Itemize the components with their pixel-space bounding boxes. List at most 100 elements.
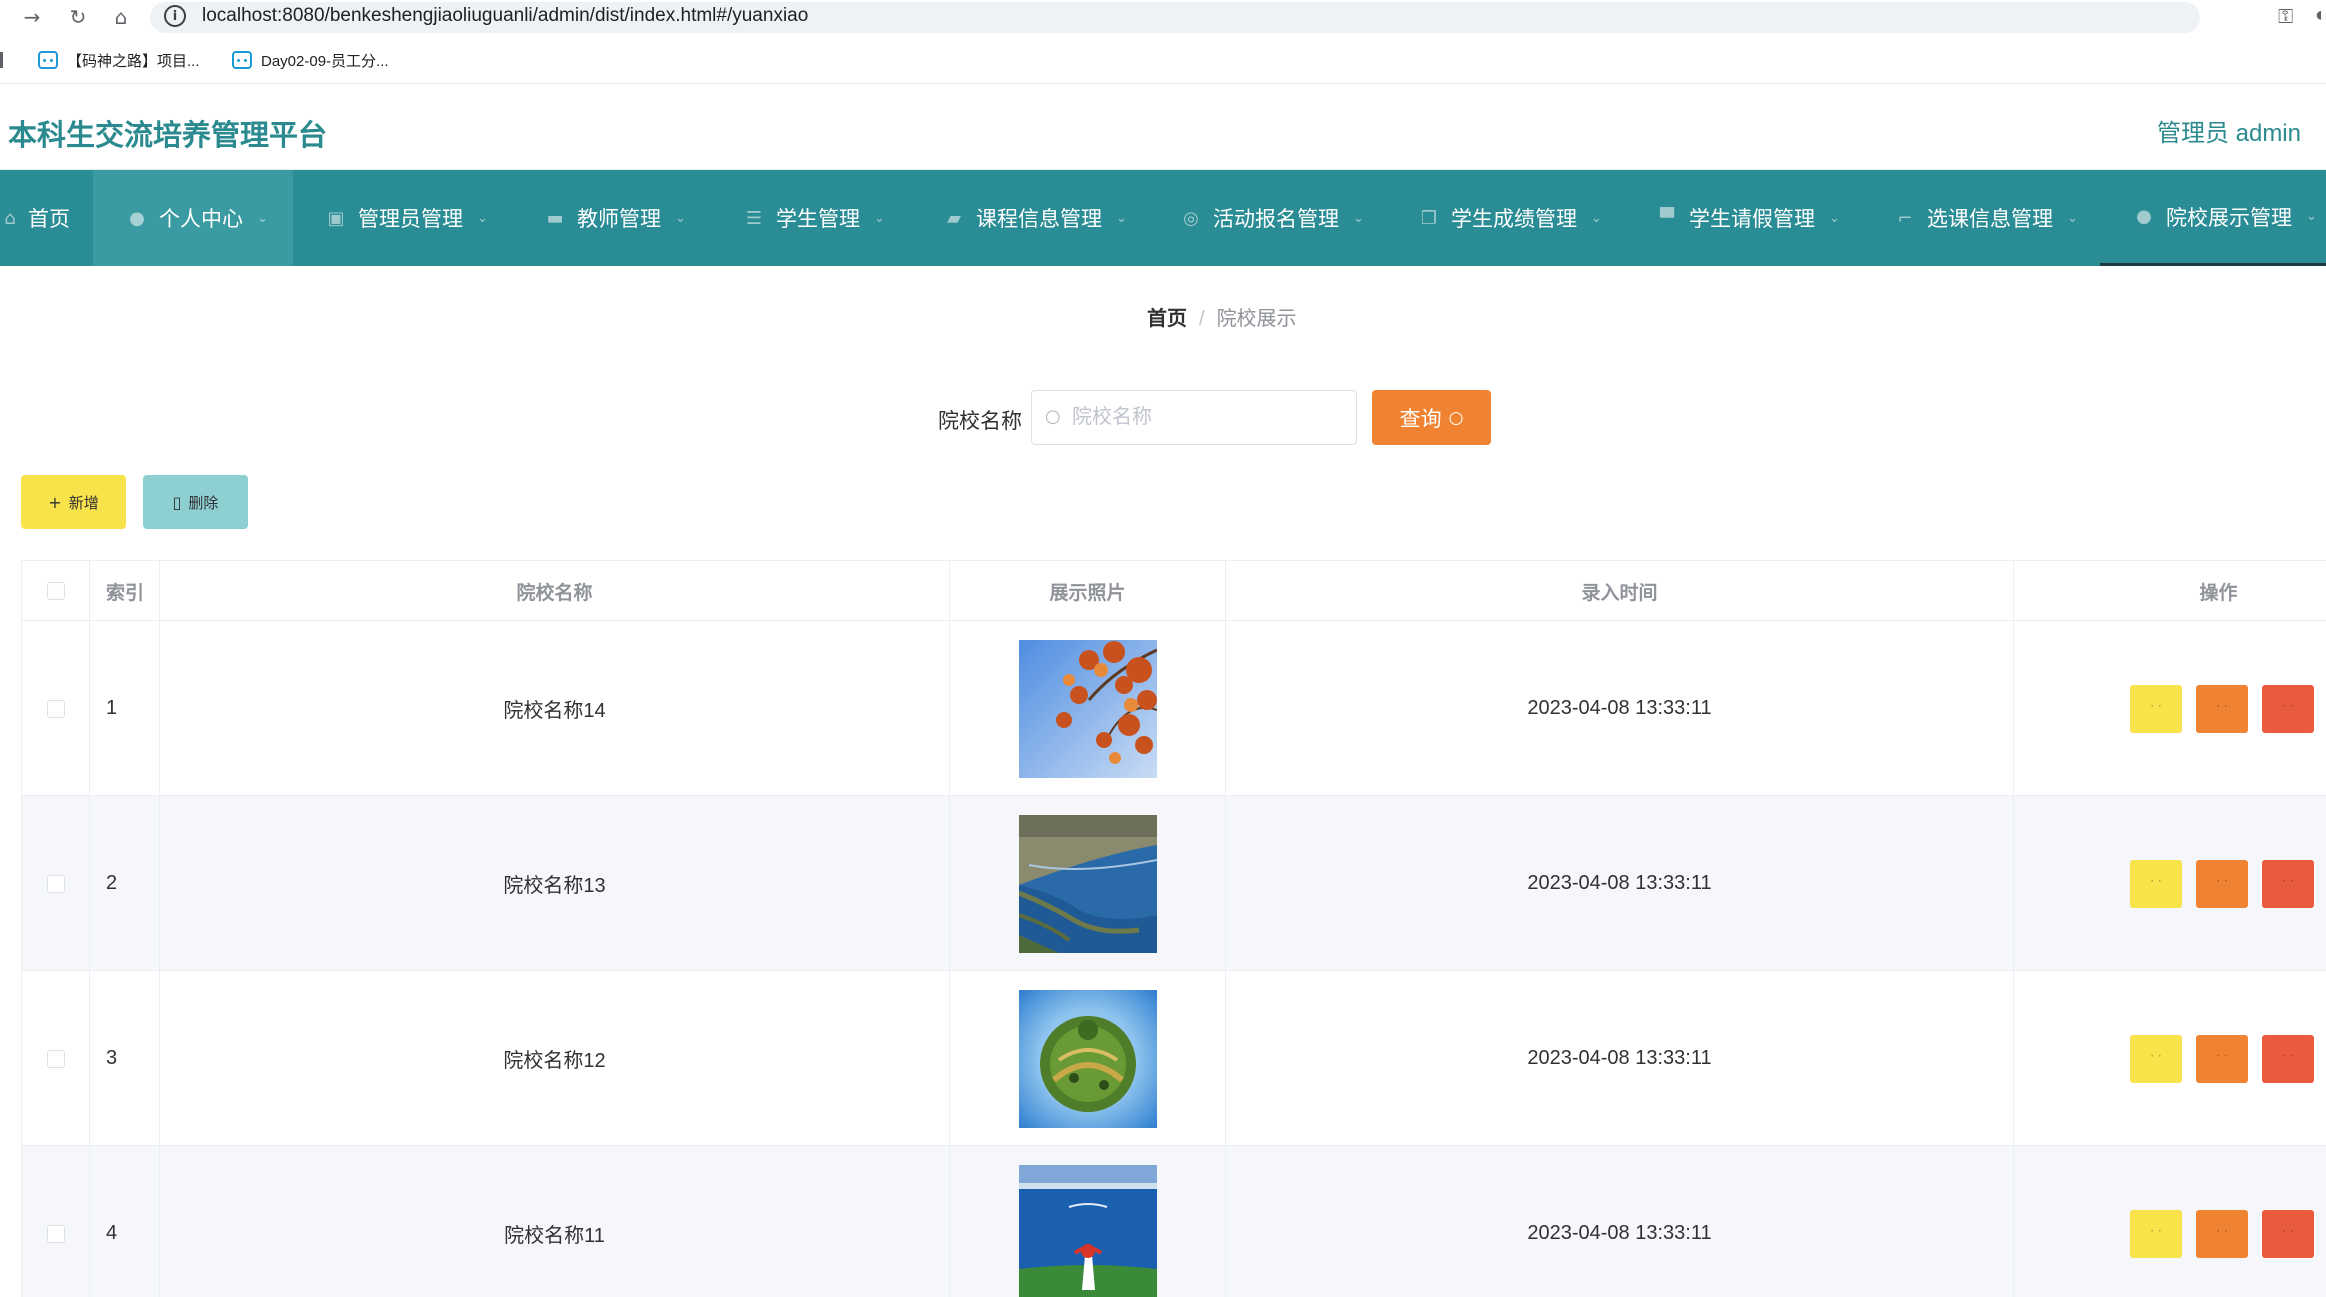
row-checkbox[interactable]: [46, 874, 65, 893]
nav-item-label: 课程信息管理: [976, 208, 1102, 231]
nav-item-label: 活动报名管理: [1213, 208, 1339, 231]
row-actions: [2014, 796, 2326, 971]
nav-item-leave-management[interactable]: ▀ 学生请假管理 ⌄: [1657, 170, 1840, 266]
table-header: 索引 院校名称 展示照片 录入时间 操作: [22, 561, 2326, 621]
detail-button[interactable]: [2130, 684, 2182, 733]
edit-button[interactable]: [2196, 1209, 2248, 1258]
edit-button[interactable]: [2196, 859, 2248, 908]
nav-item-label: 院校展示管理: [2166, 206, 2292, 230]
chevron-down-icon: ⌄: [1116, 210, 1127, 226]
chevron-down-icon: ⌄: [257, 210, 268, 226]
nav-item-home[interactable]: ⌂ 首页: [0, 170, 70, 266]
site-info-icon[interactable]: i: [164, 5, 186, 27]
trash-icon: ▯: [172, 492, 182, 512]
add-button-label: 新增: [68, 494, 99, 512]
row-checkbox[interactable]: [46, 1049, 65, 1068]
chevron-down-icon: ⌄: [1829, 210, 1840, 226]
nav-item-course-management[interactable]: ▰ 课程信息管理 ⌄: [944, 170, 1127, 266]
table-row: 3 院校名称12 2023-04-08 13:33:11: [22, 971, 2326, 1146]
bookmark-item-1[interactable]: 【码神之路】项目...: [38, 48, 200, 72]
url-text[interactable]: localhost:8080/benkeshengjiaoliuguanli/a…: [202, 5, 808, 27]
search-button[interactable]: 查询 ○: [1372, 390, 1491, 445]
row-college-name: 院校名称11: [160, 1146, 950, 1297]
nav-item-grade-management[interactable]: ❐ 学生成绩管理 ⌄: [1419, 170, 1602, 266]
nav-item-teacher-management[interactable]: ▬ 教师管理 ⌄: [545, 170, 686, 266]
nav-item-personal-center[interactable]: ● 个人中心 ⌄: [93, 170, 293, 266]
row-checkbox-cell: [22, 621, 90, 796]
lake-photo[interactable]: [1018, 1164, 1157, 1297]
nav-item-college-display-management[interactable]: ● 院校展示管理 ⌄: [2100, 170, 2326, 266]
forward-icon[interactable]: →: [19, 4, 45, 30]
row-delete-button[interactable]: [2262, 684, 2314, 733]
row-index: 3: [90, 971, 160, 1146]
user-icon: ●: [129, 207, 145, 229]
breadcrumb-current: 院校展示: [1216, 308, 1297, 330]
chevron-down-icon: ⌄: [675, 210, 686, 226]
chevron-down-icon: ⌄: [1591, 210, 1602, 226]
nav-item-label: 教师管理: [577, 208, 661, 231]
row-college-name: 院校名称14: [160, 621, 950, 796]
row-delete-button[interactable]: [2262, 1034, 2314, 1083]
add-button[interactable]: + 新增: [21, 475, 126, 529]
nav-item-admin-management[interactable]: ▣ 管理员管理 ⌄: [326, 170, 488, 266]
tiny-planet-photo[interactable]: [1018, 989, 1157, 1128]
chevron-down-icon: ⌄: [477, 210, 488, 226]
plus-icon: +: [48, 492, 62, 512]
row-photo-cell: [950, 971, 1226, 1146]
nav-item-label: 选课信息管理: [1927, 208, 2053, 231]
select-all-checkbox[interactable]: [46, 582, 65, 600]
home-icon: ⌂: [4, 207, 16, 229]
row-checkbox[interactable]: [46, 699, 65, 718]
row-checkbox-cell: [22, 796, 90, 971]
row-delete-button[interactable]: [2262, 859, 2314, 908]
bilibili-icon: [232, 51, 252, 69]
nav-item-student-management[interactable]: ☰ 学生管理 ⌄: [744, 170, 885, 266]
wallet-icon: ▰: [947, 207, 961, 229]
edit-button[interactable]: [2196, 684, 2248, 733]
profile-icon[interactable]: ◐: [2315, 4, 2326, 27]
reload-icon[interactable]: ↻: [65, 4, 91, 30]
row-photo-cell: [950, 621, 1226, 796]
nav-item-label: 学生成绩管理: [1451, 208, 1577, 231]
search-label: 院校名称: [938, 410, 1022, 433]
college-table: 索引 院校名称 展示照片 录入时间 操作 1 院校名称14 2023-04-08…: [21, 560, 2326, 1297]
bookmarks-overflow-icon[interactable]: [0, 52, 3, 68]
clipboard-icon: ▣: [327, 207, 345, 229]
browser-address-bar: → ↻ ⌂ i localhost:8080/benkeshengjiaoliu…: [0, 0, 2326, 34]
row-created-time: 2023-04-08 13:33:11: [1226, 796, 2014, 971]
row-college-name: 院校名称12: [160, 971, 950, 1146]
nav-item-activity-management[interactable]: ◎ 活动报名管理 ⌄: [1181, 170, 1364, 266]
row-delete-button[interactable]: [2262, 1209, 2314, 1258]
coastline-photo[interactable]: [1018, 814, 1157, 953]
app-title: 本科生交流培养管理平台: [8, 120, 328, 152]
nav-item-course-selection-management[interactable]: ⌐ 选课信息管理 ⌄: [1895, 170, 2077, 266]
row-checkbox[interactable]: [46, 1224, 65, 1243]
row-created-time: 2023-04-08 13:33:11: [1226, 971, 2014, 1146]
nav-item-label: 管理员管理: [358, 208, 463, 231]
printer-icon: ▀: [1660, 207, 1674, 229]
breadcrumb: 首页 / 院校展示: [1147, 302, 1297, 331]
password-key-icon[interactable]: ⚿: [2278, 6, 2293, 29]
search-icon: ○: [1448, 407, 1464, 428]
copy-icon: ❐: [1420, 207, 1438, 229]
detail-button[interactable]: [2130, 859, 2182, 908]
breadcrumb-separator: /: [1199, 308, 1205, 330]
bookmark-label: Day02-09-员工分...: [261, 52, 389, 70]
bookmark-item-2[interactable]: Day02-09-员工分...: [232, 48, 389, 72]
column-header-index: 索引: [90, 561, 160, 621]
detail-button[interactable]: [2130, 1034, 2182, 1083]
breadcrumb-home[interactable]: 首页: [1147, 308, 1187, 330]
user-info[interactable]: 管理员 admin: [2157, 113, 2301, 148]
row-created-time: 2023-04-08 13:33:11: [1226, 621, 2014, 796]
delete-button[interactable]: ▯ 删除: [143, 475, 248, 529]
column-header-name: 院校名称: [160, 561, 950, 621]
compass-icon: ◎: [1183, 207, 1199, 229]
edit-button[interactable]: [2196, 1034, 2248, 1083]
home-icon[interactable]: ⌂: [108, 4, 134, 30]
nav-item-label: 首页: [28, 208, 70, 231]
search-input[interactable]: [1072, 391, 1352, 444]
search-field[interactable]: ○: [1031, 390, 1357, 445]
autumn-leaves-photo[interactable]: [1018, 639, 1157, 778]
table-row: 1 院校名称14 2023-04-08 13:33:11: [22, 621, 2326, 796]
detail-button[interactable]: [2130, 1209, 2182, 1258]
